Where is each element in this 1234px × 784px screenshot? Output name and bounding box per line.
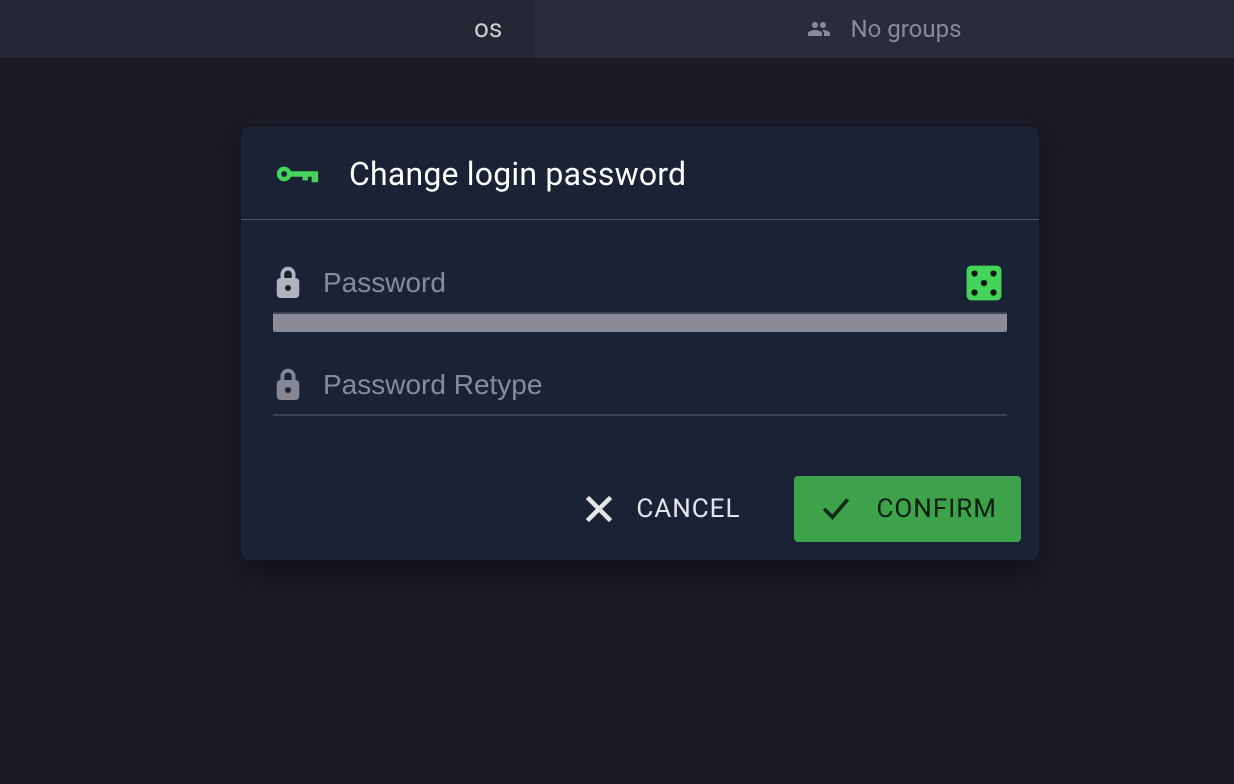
lock-icon [273,367,303,403]
top-tabstrip: os No groups [0,0,1234,58]
tab-left[interactable]: os [0,0,534,58]
modal-title: Change login password [349,155,686,193]
tab-groups-label: No groups [851,15,962,43]
password-strength-bar [273,314,1007,332]
change-password-modal: Change login password [241,127,1039,560]
close-icon [584,494,614,524]
modal-actions: CANCEL CONFIRM [241,432,1039,560]
modal-body [241,220,1039,432]
confirm-button[interactable]: CONFIRM [794,476,1021,542]
password-field-row [273,254,1007,314]
password-input[interactable] [323,254,945,312]
tab-groups[interactable]: No groups [534,0,1234,58]
key-icon [275,160,319,188]
check-icon [818,495,854,523]
password-retype-row [273,356,1007,416]
dice-icon[interactable] [965,264,1003,302]
tab-left-fragment-text: os [474,14,514,44]
modal-header: Change login password [241,127,1039,220]
cancel-button[interactable]: CANCEL [560,476,764,542]
people-icon [807,17,837,41]
password-retype-input[interactable] [323,356,1003,414]
confirm-label: CONFIRM [876,494,997,524]
lock-icon [273,265,303,301]
cancel-label: CANCEL [636,494,740,524]
